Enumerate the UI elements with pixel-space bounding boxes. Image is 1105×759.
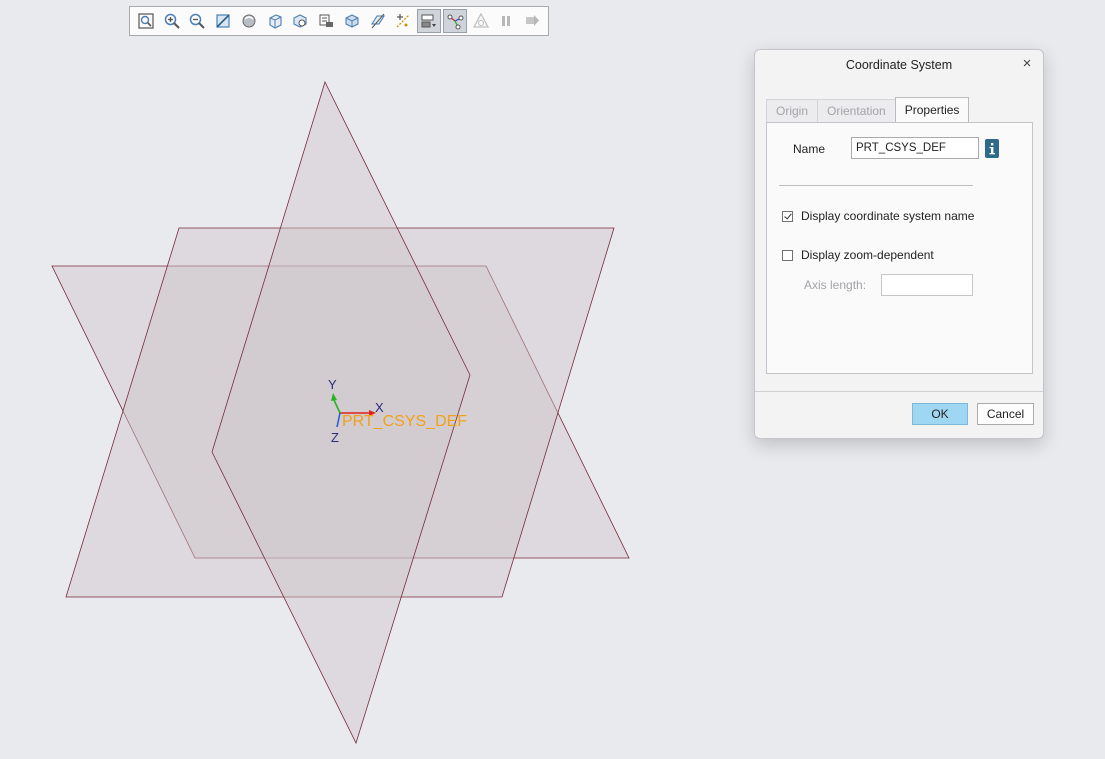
info-button[interactable] [985, 139, 999, 158]
annotation-display-icon [421, 14, 437, 28]
graphics-toolbar [129, 6, 549, 36]
simulation-icon [472, 12, 489, 28]
appearance-icon [319, 14, 334, 27]
zoom-dependent-row[interactable]: Display zoom-dependent [782, 248, 934, 262]
display-name-checkbox[interactable] [782, 210, 793, 222]
ok-button[interactable]: OK [912, 403, 968, 425]
zoom-dependent-checkbox[interactable] [782, 249, 793, 261]
pause-button[interactable] [495, 9, 519, 33]
saved-orientations-button[interactable] [263, 9, 287, 33]
divider [779, 185, 973, 186]
spin-center-button[interactable] [443, 9, 467, 33]
zoom-out-icon [190, 13, 206, 29]
repaint-button[interactable] [211, 9, 235, 33]
axis-length-input[interactable] [881, 274, 973, 296]
display-style-icon [242, 14, 256, 28]
name-input[interactable] [851, 137, 979, 159]
next-button[interactable] [520, 9, 544, 33]
refit-button[interactable] [134, 9, 158, 33]
dialog-tabs: Origin Orientation Properties [766, 97, 970, 123]
axis-length-label: Axis length: [804, 278, 867, 292]
name-label: Name [793, 142, 826, 156]
section-icon [370, 13, 385, 29]
perspective-button[interactable] [340, 9, 364, 33]
display-style-button[interactable] [237, 9, 261, 33]
csys-name-label: PRT_CSYS_DEF [342, 413, 467, 430]
info-icon [989, 142, 995, 154]
tab-properties[interactable]: Properties [894, 97, 970, 122]
z-axis-label: Z [331, 430, 339, 445]
refit-icon [138, 13, 154, 29]
properties-panel: Name Display coordinate system name Disp… [766, 122, 1033, 374]
view-manager-icon [293, 14, 307, 28]
coordinate-system-dialog: Coordinate System × Origin Orientation P… [754, 49, 1044, 439]
saved-orientations-icon [269, 14, 282, 29]
zoom-out-button[interactable] [186, 9, 210, 33]
zoom-in-button[interactable] [160, 9, 184, 33]
section-button[interactable] [366, 9, 390, 33]
y-axis-label: Y [328, 377, 337, 392]
annotation-display-button[interactable] [417, 9, 441, 33]
display-name-row[interactable]: Display coordinate system name [782, 209, 974, 223]
cancel-button[interactable]: Cancel [977, 403, 1034, 425]
zoom-dependent-label: Display zoom-dependent [801, 248, 934, 262]
repaint-icon [216, 14, 230, 28]
zoom-in-icon [164, 13, 180, 29]
datum-display-icon [396, 14, 410, 28]
view-manager-button[interactable] [289, 9, 313, 33]
close-icon[interactable]: × [1019, 56, 1035, 72]
spin-center-icon [447, 14, 464, 30]
appearance-button[interactable] [314, 9, 338, 33]
datum-display-button[interactable] [392, 9, 416, 33]
pause-icon [502, 16, 511, 26]
display-name-label: Display coordinate system name [801, 209, 975, 223]
tab-origin[interactable]: Origin [766, 99, 819, 122]
tab-orientation[interactable]: Orientation [817, 99, 896, 122]
simulation-button[interactable] [469, 9, 493, 33]
dialog-title: Coordinate System [845, 58, 953, 72]
perspective-icon [345, 14, 359, 28]
next-icon [526, 15, 540, 26]
dialog-separator [755, 391, 1043, 392]
